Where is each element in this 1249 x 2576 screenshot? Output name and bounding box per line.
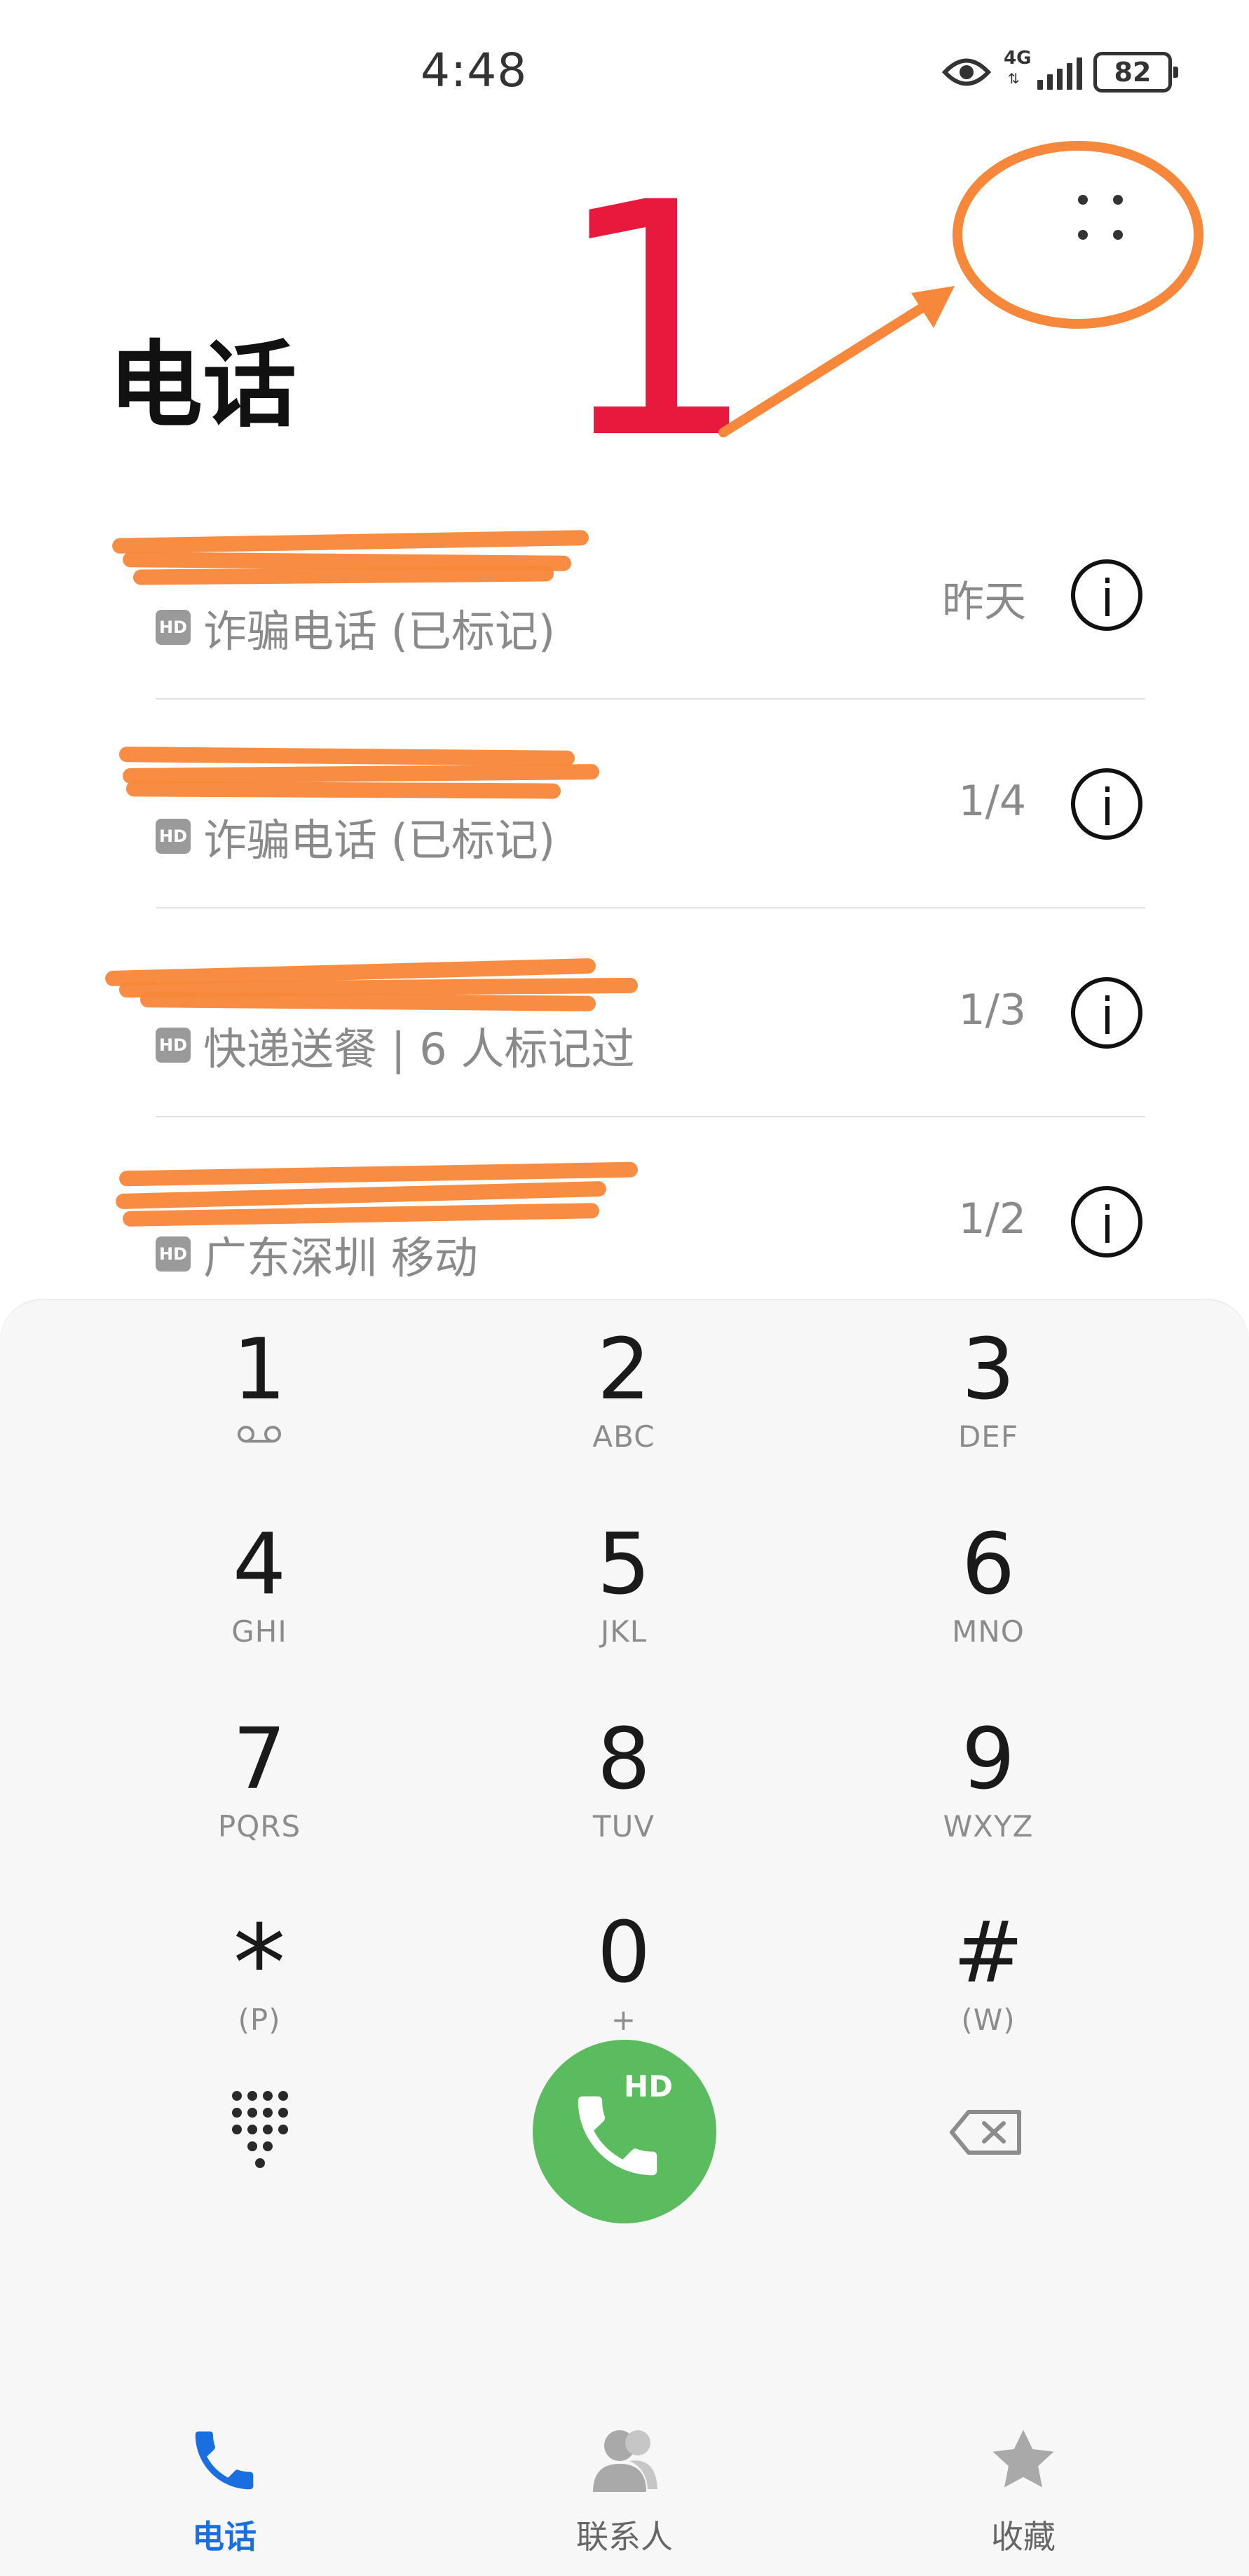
annotation-step-number: 1 [554, 135, 759, 510]
call-tag: 广东深圳 移动 [203, 1232, 478, 1283]
dialpad-key-3[interactable]: 3 DEF [841, 1307, 1135, 1483]
dialpad-key-9[interactable]: 9 WXYZ [841, 1697, 1135, 1872]
call-label: HD 诈骗电话 (已标记) [156, 596, 555, 659]
key-letters: MNO [952, 1614, 1025, 1649]
backspace-button[interactable] [948, 2108, 1025, 2157]
key-digit: 2 [596, 1321, 651, 1419]
status-bar: 4:48 4G ⇅ 82 [0, 0, 1249, 140]
nav-tab-phone[interactable]: 电话 [119, 2422, 329, 2562]
call-tag: 诈骗电话 (已标记) [203, 606, 556, 657]
page-title: 电话 [109, 331, 297, 440]
key-letters: DEF [957, 1419, 1019, 1454]
call-label: HD 广东深圳 移动 [156, 1222, 478, 1286]
dialpad-key-hash[interactable]: # (W) [841, 1890, 1135, 2066]
redaction-scribble [139, 992, 596, 1011]
nav-label: 电话 [192, 2518, 257, 2556]
nav-label: 收藏 [991, 2518, 1056, 2556]
redaction-scribble [125, 781, 561, 799]
call-log-row[interactable]: HD 诈骗电话 (已标记) 1/4 [0, 700, 1249, 908]
nav-label: 联系人 [576, 2518, 673, 2556]
hide-dialpad-button[interactable] [224, 2089, 294, 2173]
key-digit: 9 [961, 1711, 1016, 1808]
dialpad-key-4[interactable]: 4 GHI [112, 1502, 407, 1677]
dialpad: 1 2 ABC 3 DEF 4 GHI 5 JKL 6 MNO 7 PQRS 8… [0, 1300, 1249, 2408]
battery-level: 82 [1114, 57, 1152, 88]
dialpad-key-1[interactable]: 1 [112, 1307, 407, 1483]
hd-call-badge: HD [624, 2069, 674, 2104]
key-letters: JKL [600, 1614, 648, 1649]
key-letters: (W) [961, 2003, 1016, 2037]
network-type: 4G [1004, 48, 1032, 69]
key-digit: 0 [596, 1904, 651, 2002]
key-digit: 6 [961, 1516, 1016, 1614]
signal-bars-icon [1037, 57, 1082, 90]
more-options-button[interactable] [1044, 175, 1163, 266]
call-info-button[interactable] [1071, 559, 1142, 631]
battery-icon: 82 [1093, 52, 1178, 93]
hd-badge: HD [156, 819, 191, 854]
hd-badge: HD [156, 610, 191, 645]
data-arrows-icon: ⇅ [1008, 70, 1020, 87]
bottom-nav: 电话 联系人 收藏 [0, 2408, 1249, 2576]
nav-tab-contacts[interactable]: 联系人 [519, 2422, 730, 2562]
key-letters: (P) [238, 2003, 281, 2037]
call-date: 1/2 [958, 1194, 1026, 1243]
call-button[interactable]: HD [533, 2040, 716, 2223]
key-digit: 7 [232, 1711, 287, 1808]
redaction-scribble [111, 530, 589, 554]
status-time: 4:48 [421, 43, 528, 97]
hd-badge: HD [156, 1028, 191, 1063]
call-date: 1/3 [958, 986, 1026, 1035]
key-digit: * [233, 1903, 286, 2025]
signal-icon: 4G ⇅ [1004, 48, 1082, 95]
key-letters: ABC [592, 1419, 655, 1454]
hd-badge: HD [156, 1236, 191, 1272]
key-letters: TUV [592, 1809, 655, 1844]
key-digit: 3 [961, 1321, 1016, 1419]
dialpad-key-2[interactable]: 2 ABC [477, 1307, 771, 1483]
contacts-icon [586, 2422, 663, 2502]
call-log-row[interactable]: HD 诈骗电话 (已标记) 昨天 [0, 491, 1249, 700]
key-letters: PQRS [217, 1809, 301, 1844]
dialpad-grid-icon [224, 2091, 294, 2176]
dialpad-key-star[interactable]: * (P) [112, 1890, 407, 2066]
call-info-button[interactable] [1071, 977, 1142, 1049]
dialpad-key-8[interactable]: 8 TUV [477, 1697, 771, 1872]
redaction-scribble [132, 566, 554, 585]
key-letters: GHI [231, 1614, 287, 1649]
key-digit: # [953, 1904, 1024, 2002]
phone-icon [186, 2422, 263, 2502]
dialpad-key-5[interactable]: 5 JKL [477, 1502, 771, 1677]
call-info-button[interactable] [1071, 768, 1142, 840]
annotation-arrow-head [911, 286, 955, 328]
call-log-row[interactable]: HD 快递送餐 | 6 人标记过 1/3 [0, 908, 1249, 1117]
call-label: HD 快递送餐 | 6 人标记过 [156, 1014, 634, 1077]
dialpad-key-6[interactable]: 6 MNO [841, 1502, 1135, 1677]
call-tag: 快递送餐 | 6 人标记过 [203, 1023, 635, 1075]
key-digit: 5 [596, 1516, 651, 1614]
voicemail-icon [236, 1424, 282, 1447]
key-letters: + [610, 2003, 637, 2037]
key-digit: 8 [596, 1711, 651, 1808]
call-label: HD 诈骗电话 (已标记) [156, 805, 555, 868]
call-date: 1/4 [958, 777, 1026, 826]
redaction-scribble [118, 747, 575, 766]
call-info-button[interactable] [1071, 1186, 1142, 1258]
backspace-icon [948, 2110, 1025, 2160]
key-digit: 1 [232, 1321, 287, 1419]
key-digit: 4 [232, 1516, 287, 1614]
star-icon [985, 2422, 1062, 2502]
key-letters: WXYZ [943, 1809, 1034, 1844]
dialpad-key-7[interactable]: 7 PQRS [112, 1697, 407, 1872]
call-log-row[interactable]: HD 广东深圳 移动 1/2 [0, 1117, 1249, 1326]
call-tag: 诈骗电话 (已标记) [203, 815, 556, 866]
redaction-scribble [122, 764, 600, 784]
eye-icon [942, 55, 991, 90]
call-date: 昨天 [942, 578, 1026, 627]
nav-tab-favorites[interactable]: 收藏 [918, 2422, 1128, 2562]
status-icons: 4G ⇅ 82 [942, 48, 1178, 97]
